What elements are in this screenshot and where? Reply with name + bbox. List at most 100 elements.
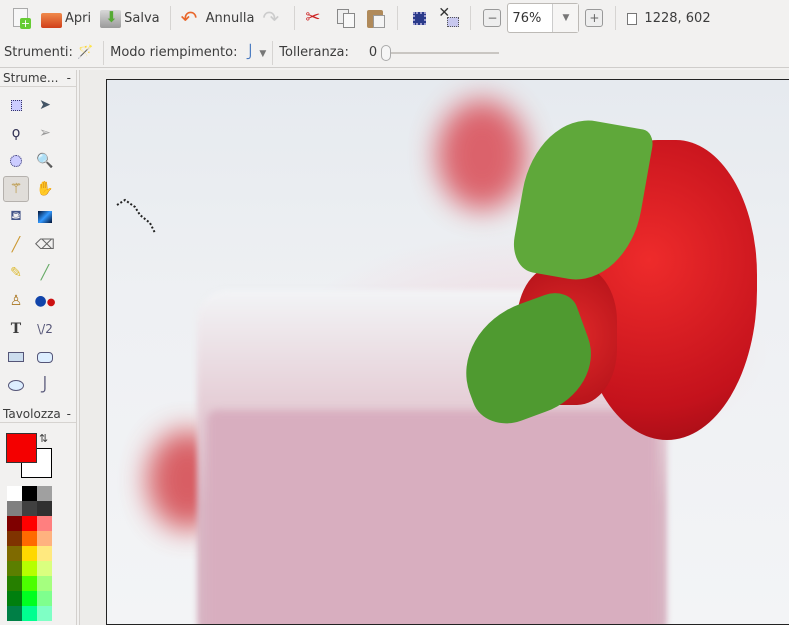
recolor-icon: ●● <box>34 293 56 309</box>
cut-button[interactable]: ✂ <box>301 3 331 33</box>
pencil-tool[interactable]: ✎ <box>3 260 29 286</box>
freeform-shape-tool[interactable]: ⎭ <box>32 372 58 398</box>
palette-swatch[interactable] <box>37 591 52 606</box>
main-toolbar: + Apri ⬇Salva ↶ Annulla ↷ ✂ ✕ − ▼ + 1228,… <box>0 0 789 36</box>
undo-label: Annulla <box>205 10 255 26</box>
minus-icon: − <box>487 11 498 25</box>
lasso-select-tool[interactable]: ϙ <box>3 120 29 146</box>
ellipse-icon <box>8 379 24 391</box>
crop-to-selection-button[interactable] <box>404 3 434 33</box>
palette-swatch[interactable] <box>7 501 22 516</box>
palette-swatch[interactable] <box>22 561 37 576</box>
paint-bucket-tool[interactable]: ⛾ <box>3 204 29 230</box>
collapse-button[interactable]: - <box>67 407 71 421</box>
recolor-tool[interactable]: ●● <box>32 288 58 314</box>
move-selection-tool[interactable]: ➢ <box>32 120 58 146</box>
crop-icon <box>408 7 430 29</box>
freeform-shape-icon: ⎭ <box>39 377 51 393</box>
pan-tool[interactable]: ✋ <box>32 176 58 202</box>
swap-colors-icon[interactable]: ⇅ <box>39 432 48 445</box>
palette-swatch[interactable] <box>22 501 37 516</box>
paint-bucket-icon: ⛾ <box>10 208 22 224</box>
palette-swatch[interactable] <box>7 576 22 591</box>
save-button[interactable]: ⬇ Salva <box>95 3 164 33</box>
color-picker-tool[interactable]: ╱ <box>32 260 58 286</box>
palette-swatch[interactable] <box>22 516 37 531</box>
palette-swatch[interactable] <box>7 591 22 606</box>
fill-mode-label: Modo riempimento: <box>110 45 238 60</box>
palette-swatch[interactable] <box>37 501 52 516</box>
zoom-tool[interactable]: 🔍 <box>32 148 58 174</box>
palette-swatch[interactable] <box>37 546 52 561</box>
separator <box>397 6 399 30</box>
gradient-tool[interactable] <box>32 204 58 230</box>
text-tool[interactable]: T <box>3 316 29 342</box>
paste-icon <box>365 7 387 29</box>
palette-swatch[interactable] <box>37 516 52 531</box>
separator <box>272 40 274 65</box>
line-curve-icon: \/2 <box>37 322 53 336</box>
primary-color-swatch[interactable] <box>6 433 37 463</box>
redo-icon: ↷ <box>262 6 280 30</box>
palette-swatch[interactable] <box>7 546 22 561</box>
palette-swatch[interactable] <box>22 606 37 621</box>
plus-icon: + <box>589 11 600 25</box>
collapse-button[interactable]: - <box>67 71 71 85</box>
rounded-rectangle-tool[interactable] <box>32 344 58 370</box>
rectangle-tool[interactable] <box>3 344 29 370</box>
image-canvas[interactable] <box>106 79 789 625</box>
palette-swatch[interactable] <box>37 561 52 576</box>
paste-button[interactable] <box>361 3 391 33</box>
separator <box>615 6 617 30</box>
clone-stamp-tool[interactable]: ♙ <box>3 288 29 314</box>
palette-swatch[interactable] <box>37 486 52 501</box>
palette-swatch[interactable] <box>22 531 37 546</box>
magic-wand-tool[interactable]: ⚚ <box>3 176 29 202</box>
palette-swatch[interactable] <box>7 516 22 531</box>
tolerance-slider[interactable] <box>381 43 500 63</box>
scissors-icon: ✂ <box>305 7 321 28</box>
palette-swatch[interactable] <box>22 486 37 501</box>
chevron-down-icon[interactable]: ▼ <box>552 4 579 32</box>
rounded-rectangle-icon <box>37 351 53 363</box>
palette-swatch[interactable] <box>37 606 52 621</box>
stamp-icon: ♙ <box>9 293 23 309</box>
open-button[interactable]: Apri <box>36 3 95 33</box>
tolerance-label: Tolleranza: <box>279 45 349 60</box>
rectangle-select-tool[interactable] <box>3 92 29 118</box>
copy-button[interactable] <box>331 3 361 33</box>
paintbrush-tool[interactable]: ╱ <box>3 232 29 258</box>
fill-mode-dropdown[interactable]: ⎭ ▼ <box>245 45 266 60</box>
palette-swatch[interactable] <box>7 486 22 501</box>
palette-swatch[interactable] <box>22 576 37 591</box>
zoom-out-button[interactable]: − <box>483 9 502 27</box>
tools-panel-title: Strume... <box>3 71 59 85</box>
separator <box>103 40 105 65</box>
new-button[interactable]: + <box>6 3 36 33</box>
palette-swatch[interactable] <box>7 561 22 576</box>
palette-swatch[interactable] <box>22 591 37 606</box>
move-selected-tool[interactable]: ➤ <box>32 92 58 118</box>
zoom-combo[interactable]: ▼ <box>507 3 580 33</box>
redo-button[interactable]: ↷ <box>258 3 288 33</box>
palette-swatch[interactable] <box>37 576 52 591</box>
ellipse-select-tool[interactable] <box>3 148 29 174</box>
separator <box>470 6 472 30</box>
palette-swatch[interactable] <box>7 531 22 546</box>
zoom-in-button[interactable]: + <box>585 9 604 27</box>
hand-icon: ✋ <box>36 181 54 197</box>
zoom-input[interactable] <box>508 10 553 26</box>
eraser-tool[interactable]: ⌫ <box>32 232 58 258</box>
deselect-button[interactable]: ✕ <box>434 3 464 33</box>
palette-swatch[interactable] <box>22 546 37 561</box>
palette-swatch[interactable] <box>37 531 52 546</box>
palette-panel-title: Tavolozza <box>3 407 61 421</box>
palette-swatch[interactable] <box>7 606 22 621</box>
slider-handle[interactable] <box>381 44 392 61</box>
ellipse-tool[interactable] <box>3 372 29 398</box>
magic-wand-icon: ⚚ <box>9 181 23 197</box>
tools-label: Strumenti: <box>4 45 73 60</box>
line-curve-tool[interactable]: \/2 <box>32 316 58 342</box>
undo-button[interactable]: ↶ Annulla <box>177 3 259 33</box>
pencil-icon: ✎ <box>10 265 22 281</box>
